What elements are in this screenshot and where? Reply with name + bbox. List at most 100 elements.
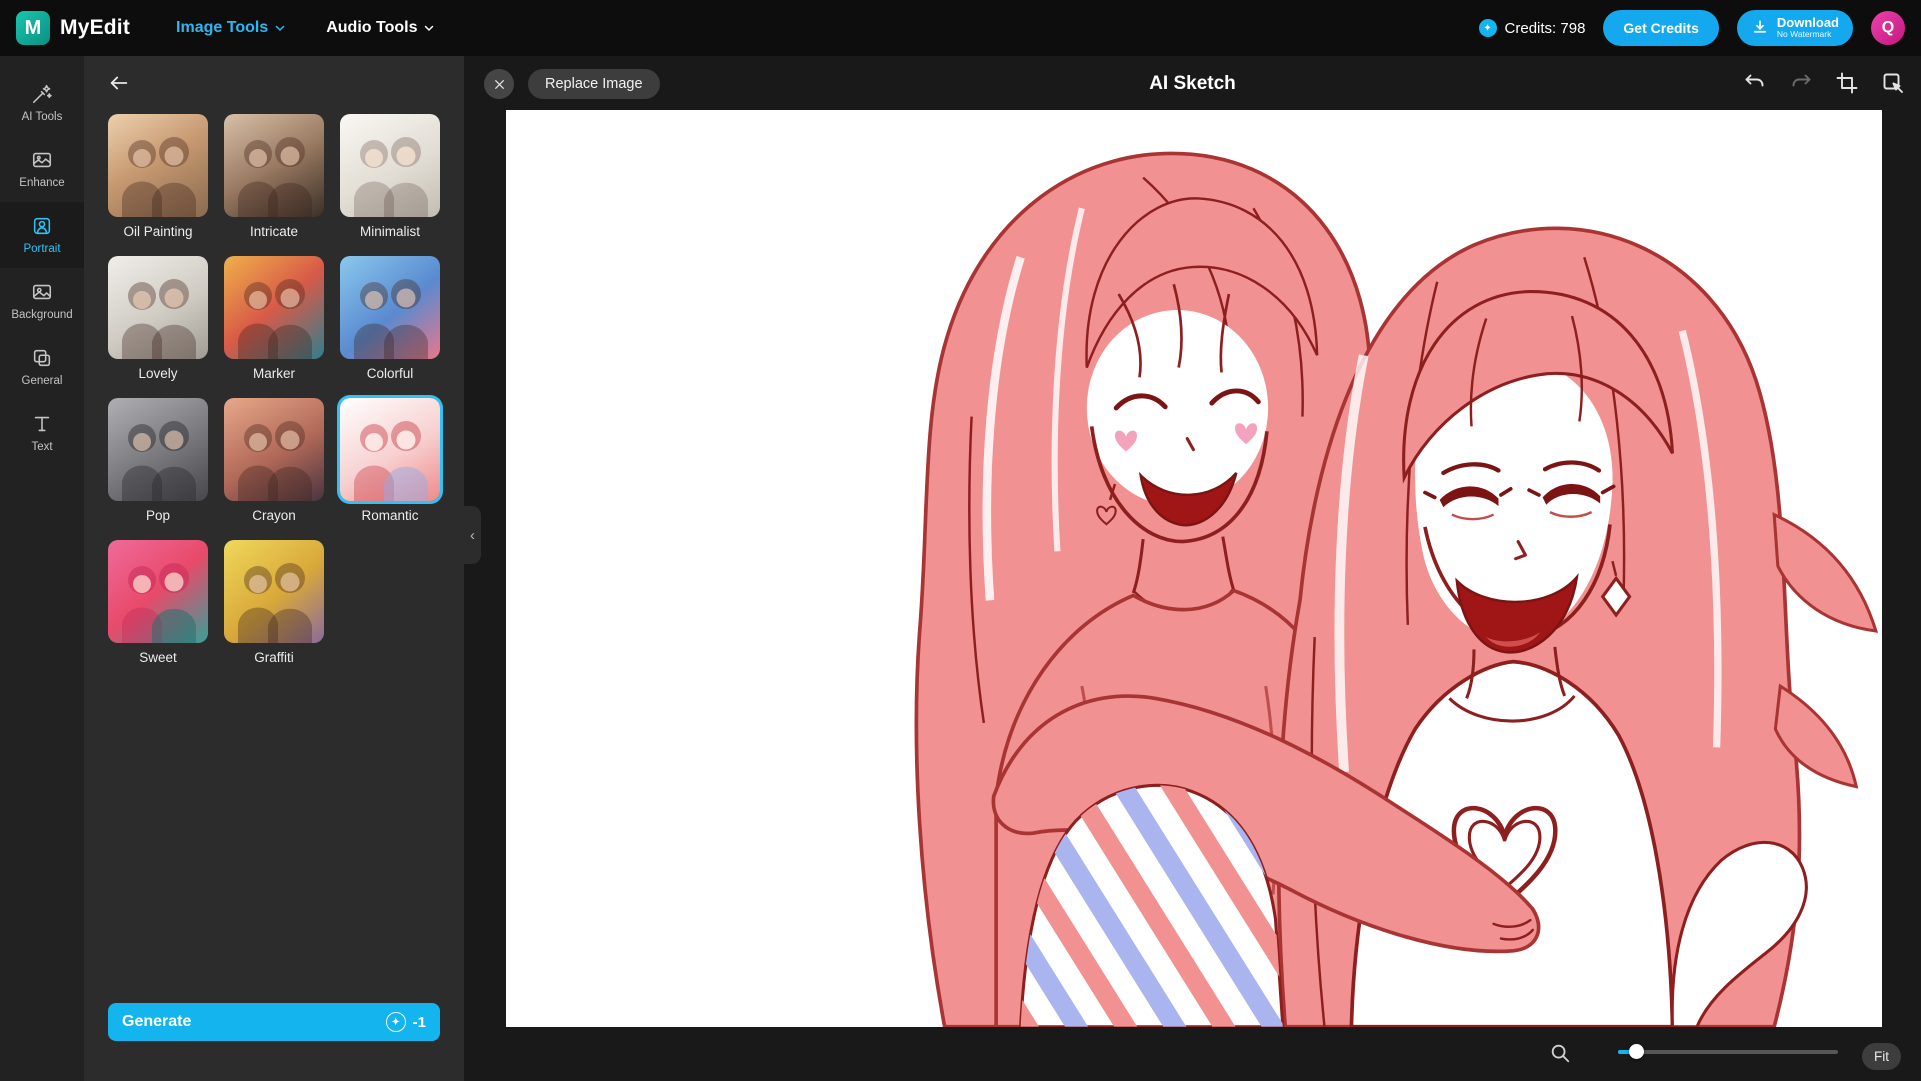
page-title: AI Sketch [464, 73, 1921, 95]
style-thumb[interactable] [340, 114, 440, 217]
enhance-photo-icon [31, 149, 53, 171]
style-label: Minimalist [360, 224, 420, 239]
top-bar: M MyEdit Image Tools Audio Tools ✦ Credi… [0, 0, 1921, 56]
portrait-icon [31, 215, 53, 237]
crop-icon [1835, 71, 1859, 95]
crop-button[interactable] [1832, 68, 1862, 98]
style-thumb[interactable] [108, 256, 208, 359]
style-thumb[interactable] [108, 398, 208, 501]
sidebar-label: General [22, 375, 63, 387]
sidebar-item-background[interactable]: Background [0, 268, 84, 334]
top-right-cluster: ✦ Credits: 798 Get Credits Download No W… [1479, 10, 1921, 46]
sidebar-label: AI Tools [22, 111, 63, 123]
redo-icon [1789, 71, 1813, 95]
credits-display[interactable]: ✦ Credits: 798 [1479, 19, 1586, 37]
image-canvas[interactable] [506, 110, 1882, 1027]
replace-image-button[interactable]: Replace Image [528, 69, 660, 99]
download-sublabel: No Watermark [1777, 30, 1839, 39]
avatar[interactable]: Q [1871, 11, 1905, 45]
style-thumb[interactable] [224, 114, 324, 217]
close-icon [493, 78, 506, 91]
nav-image-tools[interactable]: Image Tools [176, 19, 286, 37]
style-thumb[interactable] [340, 256, 440, 359]
styles-panel: Oil Painting Intricate Minimalist Lovely [84, 56, 464, 1081]
chevron-down-icon [274, 22, 286, 34]
workspace: Replace Image AI Sketch [464, 56, 1921, 1081]
logo-text: MyEdit [60, 16, 130, 40]
generate-cost-value: -1 [413, 1014, 426, 1031]
people-silhouette-icon [108, 114, 208, 217]
style-option-colorful[interactable]: Colorful [340, 256, 440, 381]
style-option-marker[interactable]: Marker [224, 256, 324, 381]
nav-audio-tools[interactable]: Audio Tools [326, 19, 435, 37]
magic-wand-icon [31, 83, 53, 105]
sketch-illustration [506, 110, 1882, 1027]
zoom-search-button[interactable] [1549, 1042, 1575, 1068]
zoom-slider-handle[interactable] [1629, 1044, 1644, 1059]
panel-header [84, 56, 464, 104]
canvas-toolbar [1740, 68, 1908, 98]
style-label: Sweet [139, 650, 177, 665]
zoom-slider[interactable] [1618, 1044, 1838, 1059]
panel-collapse-handle[interactable]: ‹ [464, 506, 481, 564]
style-option-sweet[interactable]: Sweet [108, 540, 208, 665]
fit-button[interactable]: Fit [1862, 1043, 1901, 1070]
people-silhouette-icon [108, 398, 208, 501]
nav-audio-tools-label: Audio Tools [326, 19, 417, 37]
sidebar-item-text[interactable]: Text [0, 400, 84, 466]
people-silhouette-icon [108, 540, 208, 643]
people-silhouette-icon [224, 114, 324, 217]
logo-icon: M [16, 11, 50, 45]
people-silhouette-icon [224, 398, 324, 501]
sidebar-label: Enhance [19, 177, 64, 189]
credits-label: Credits: 798 [1505, 20, 1586, 37]
sidebar-label: Text [31, 441, 52, 453]
style-option-minimalist[interactable]: Minimalist [340, 114, 440, 239]
app: M MyEdit Image Tools Audio Tools ✦ Credi… [0, 0, 1921, 1081]
close-button[interactable] [484, 69, 514, 99]
people-silhouette-icon [340, 114, 440, 217]
sidebar-item-portrait[interactable]: Portrait [0, 202, 84, 268]
back-button[interactable] [108, 72, 134, 98]
style-option-intricate[interactable]: Intricate [224, 114, 324, 239]
sidebar-item-general[interactable]: General [0, 334, 84, 400]
sidebar-label: Portrait [23, 243, 60, 255]
zoom-slider-track[interactable] [1618, 1050, 1838, 1054]
redo-button[interactable] [1786, 68, 1816, 98]
get-credits-button[interactable]: Get Credits [1603, 10, 1718, 46]
sketch-edit-button[interactable] [1878, 68, 1908, 98]
back-arrow-icon [108, 72, 130, 94]
style-label: Colorful [367, 366, 414, 381]
styles-grid: Oil Painting Intricate Minimalist Lovely [84, 104, 464, 675]
people-silhouette-icon [224, 540, 324, 643]
style-thumb[interactable] [108, 114, 208, 217]
style-option-oil-painting[interactable]: Oil Painting [108, 114, 208, 239]
style-option-crayon[interactable]: Crayon [224, 398, 324, 523]
download-button[interactable]: Download No Watermark [1737, 10, 1853, 46]
sidebar: AI Tools Enhance Portrait Background Gen… [0, 56, 84, 1081]
style-option-graffiti[interactable]: Graffiti [224, 540, 324, 665]
style-thumb[interactable] [224, 398, 324, 501]
sidebar-item-ai-tools[interactable]: AI Tools [0, 70, 84, 136]
style-thumb[interactable] [224, 540, 324, 643]
style-label: Romantic [361, 508, 418, 523]
style-option-romantic[interactable]: Romantic [340, 398, 440, 523]
people-silhouette-icon [340, 398, 440, 501]
undo-icon [1743, 71, 1767, 95]
style-option-pop[interactable]: Pop [108, 398, 208, 523]
logo[interactable]: M MyEdit [0, 11, 130, 45]
fit-label: Fit [1874, 1049, 1889, 1064]
style-thumb[interactable] [340, 398, 440, 501]
style-thumb[interactable] [224, 256, 324, 359]
style-label: Pop [146, 508, 170, 523]
style-label: Graffiti [254, 650, 294, 665]
style-option-lovely[interactable]: Lovely [108, 256, 208, 381]
get-credits-label: Get Credits [1623, 20, 1698, 36]
generate-button[interactable]: Generate ✦ -1 [108, 1003, 440, 1041]
style-thumb[interactable] [108, 540, 208, 643]
credits-icon: ✦ [1479, 19, 1497, 37]
undo-button[interactable] [1740, 68, 1770, 98]
style-label: Marker [253, 366, 295, 381]
text-icon [31, 413, 53, 435]
sidebar-item-enhance[interactable]: Enhance [0, 136, 84, 202]
